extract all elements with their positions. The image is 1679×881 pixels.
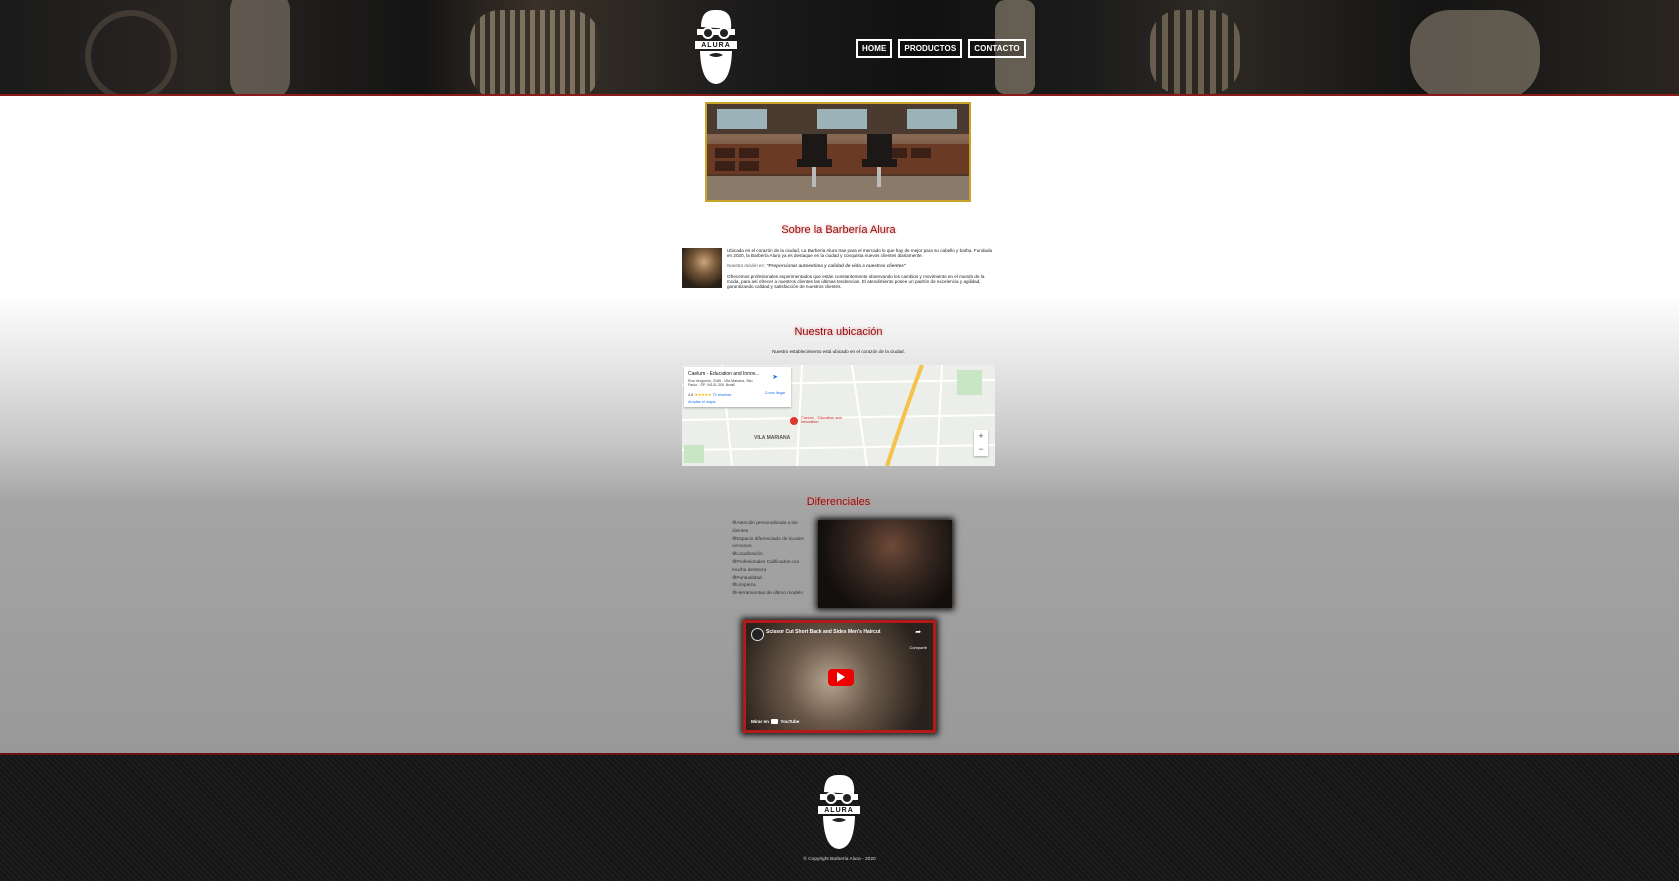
banner-scene-icon — [707, 104, 969, 200]
header-bg-decor — [1410, 10, 1540, 94]
play-icon — [837, 672, 845, 682]
video-channel-avatar — [751, 628, 764, 641]
list-item: ⚙Atención personalizada a los clientes — [732, 521, 798, 534]
header-bg-decor — [85, 10, 177, 94]
zoom-in-button[interactable]: + — [974, 430, 988, 443]
map-reviews[interactable]: 73 reseñas — [712, 393, 731, 397]
map-rating: 4.6 — [688, 393, 694, 397]
list-item: ⚙Espacio diferenciado de locales cercano… — [732, 536, 804, 550]
list-item: ⚙Puntualidad — [732, 575, 762, 581]
list-item: ⚙Profesionales Calificados con mucha des… — [732, 559, 800, 573]
video-title[interactable]: Scissor Cut Short Back and Sides Men's H… — [766, 629, 906, 635]
share-icon: ➦ — [915, 629, 922, 636]
watch-on-label: Mirar en — [751, 718, 769, 724]
differentials-image — [818, 520, 952, 608]
map-rating-row: 4.6 ★★★★★ 73 reseñas — [688, 392, 731, 397]
map-place-name: Caelum - Education and Innov... — [688, 371, 760, 377]
logo-text: ALURA — [824, 807, 854, 814]
site-header: ALURA HOME PRODUCTOS CONTACTO — [0, 0, 1679, 96]
nav-contacto[interactable]: CONTACTO — [968, 39, 1026, 58]
map-larger-link[interactable]: Ampliar el mapa — [688, 400, 715, 404]
mission-text: "Proporcionar autoestima y calidad de vi… — [766, 263, 906, 268]
mission-prefix: Nuestra misión es: — [727, 263, 766, 268]
list-item: ⚙Herramientas de último modelo — [732, 591, 803, 597]
header-bg-decor — [230, 0, 290, 94]
share-button[interactable]: ➦ Compartir — [909, 628, 927, 654]
about-paragraph-2: Ofrecemos profesionales experimentados q… — [727, 274, 985, 290]
list-item: ⚙Limpieza — [732, 583, 756, 589]
about-mission: Nuestra misión es: "Proporcionar autoest… — [727, 263, 995, 268]
about-title: Sobre la Barbería Alura — [781, 224, 896, 236]
header-bg-decor — [470, 10, 600, 94]
differentials-title: Diferenciales — [806, 496, 871, 508]
map-zoom-controls: + − — [974, 430, 988, 456]
list-item: ⚙Localización — [732, 552, 763, 558]
video-play-button[interactable] — [828, 669, 854, 686]
main-nav: HOME PRODUCTOS CONTACTO — [856, 39, 1026, 58]
youtube-video-embed[interactable]: Scissor Cut Short Back and Sides Men's H… — [743, 620, 936, 733]
logo-text: ALURA — [701, 42, 731, 49]
youtube-label: YouTube — [780, 718, 800, 724]
header-bg-decor — [1150, 10, 1240, 94]
differentials-list: ⚙Atención personalizada a los clientes ⚙… — [732, 520, 814, 598]
embedded-map[interactable]: Caelum - Education and Innov... Rua Verg… — [682, 365, 995, 466]
nav-productos[interactable]: PRODUCTOS — [898, 39, 963, 58]
directions-icon: ➤ — [772, 374, 778, 381]
directions-label: Cómo llegar — [764, 391, 786, 395]
header-logo[interactable]: ALURA — [691, 7, 741, 87]
star-icon: ★★★★★ — [694, 393, 712, 397]
map-address: Rua Vergueiro, 3185 - Vila Mariana, São … — [688, 379, 753, 388]
map-pin-label: Caelum - Education and Innovation — [801, 416, 842, 424]
location-subtitle: Nuestro establecimiento está ubicado en … — [772, 349, 905, 354]
about-paragraph-1: Ubicada en el corazón de la ciudad, La B… — [727, 248, 993, 259]
about-image — [682, 248, 722, 288]
zoom-out-button[interactable]: − — [974, 443, 988, 456]
footer-logo: ALURA — [814, 772, 864, 852]
watch-on-youtube[interactable]: Mirar en YouTube — [751, 719, 799, 724]
share-label: Compartir — [909, 645, 927, 650]
youtube-logo-icon — [771, 719, 779, 724]
nav-home[interactable]: HOME — [856, 39, 893, 58]
copyright-text: © Copyright Barbería Alura - 2020 — [803, 857, 876, 862]
map-directions[interactable]: ➤ Cómo llegar — [762, 373, 788, 399]
map-info-card: Caelum - Education and Innov... Rua Verg… — [684, 367, 791, 407]
location-title: Nuestra ubicación — [794, 326, 883, 338]
barbershop-banner-image — [705, 102, 971, 202]
map-district: VILA MARIANA — [754, 435, 791, 441]
